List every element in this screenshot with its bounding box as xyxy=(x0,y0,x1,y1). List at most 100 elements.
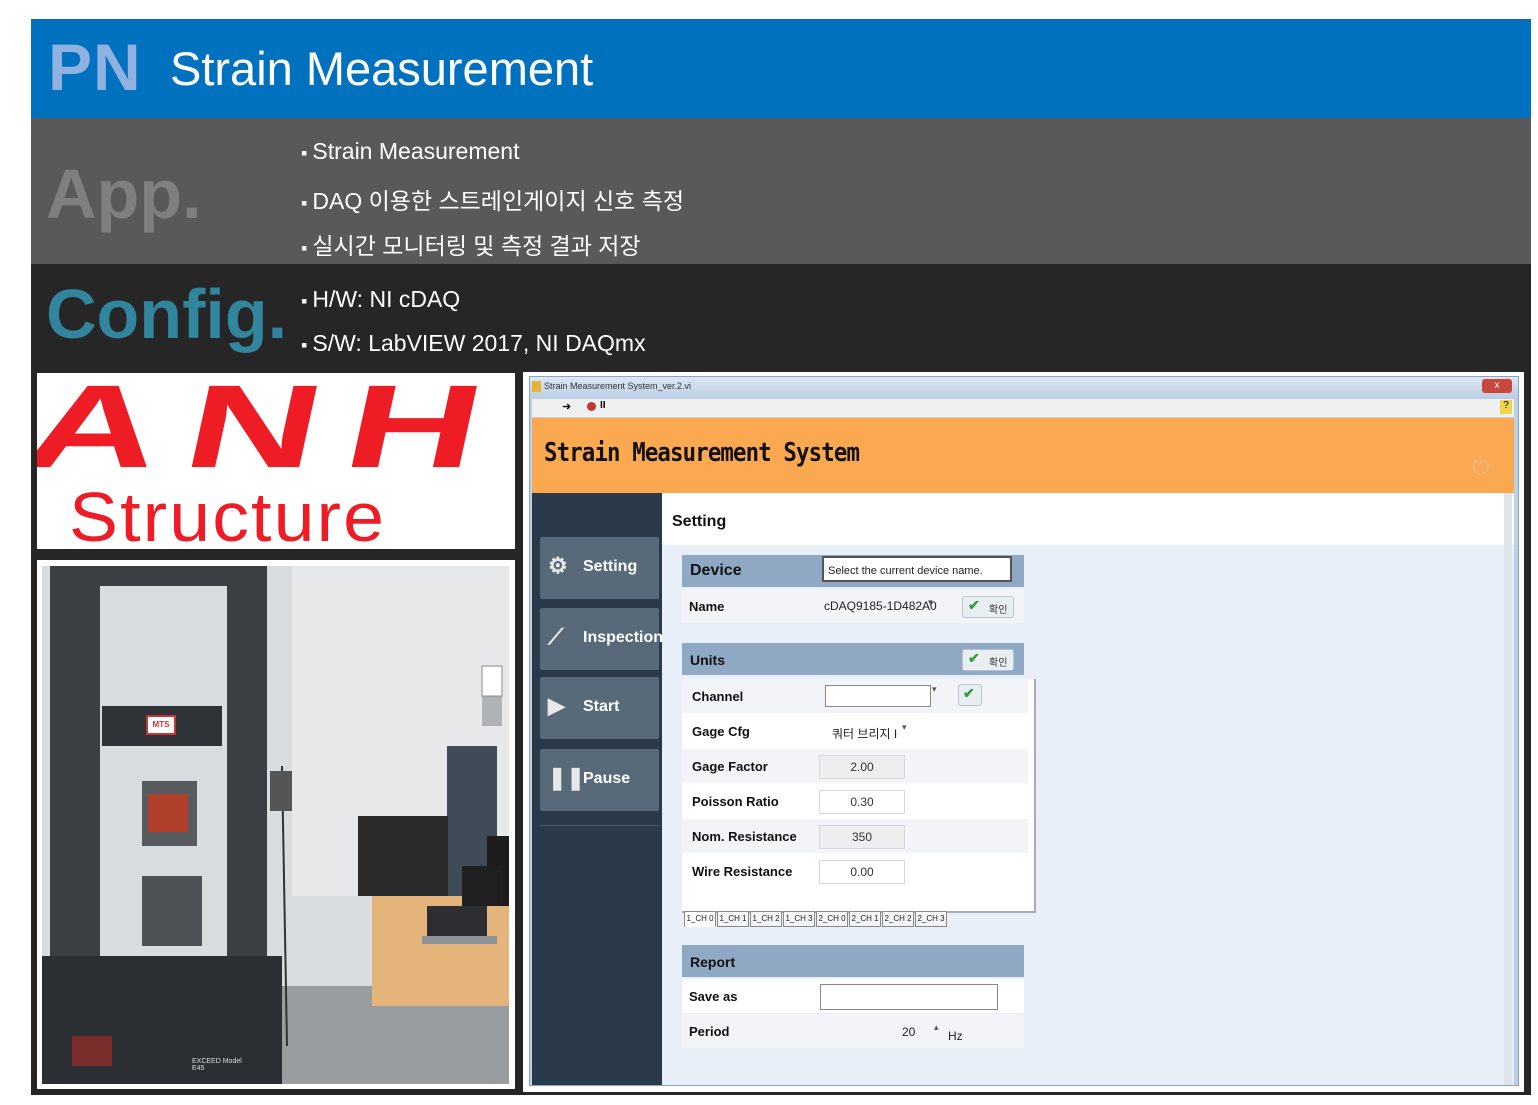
dropdown-arrow-icon[interactable]: ▾ xyxy=(928,597,933,608)
app-bullet: Strain Measurement xyxy=(301,138,519,165)
report-section-header: Report xyxy=(682,945,1024,977)
app-section: App. Strain Measurement DAQ 이용한 스트레인게이지 … xyxy=(31,118,1531,264)
app-bullet: DAQ 이용한 스트레인게이지 신호 측정 xyxy=(301,182,684,216)
nav-label: Inspection xyxy=(583,629,664,646)
dropdown-arrow-icon[interactable]: ▾ xyxy=(902,722,907,733)
pause-icon: ❚❚ xyxy=(548,765,585,790)
tab-1-ch-3[interactable]: 1_CH 3 xyxy=(783,911,815,927)
header-banner: PN Strain Measurement xyxy=(31,19,1531,118)
save-as-input[interactable] xyxy=(820,984,998,1010)
window-close-button[interactable]: x xyxy=(1482,379,1512,393)
tab-1-ch-1[interactable]: 1_CH 1 xyxy=(717,911,749,927)
stepper-icon[interactable]: ▴ xyxy=(934,1022,939,1033)
units-table: Channel ▾ ✔ Gage Cfg 쿼터 브리지 I ▾ Gage Fac… xyxy=(682,679,1036,913)
units-row: Wire Resistance 0.00 xyxy=(682,854,1028,888)
tab-2-ch-1[interactable]: 2_CH 1 xyxy=(849,911,881,927)
poisson-ratio-label: Poisson Ratio xyxy=(692,794,779,809)
nav-label: Pause xyxy=(583,770,631,787)
setting-header: Setting xyxy=(662,493,1514,545)
nav-start-button[interactable]: ▶ Start xyxy=(540,677,659,739)
check-icon: ✔ xyxy=(963,685,975,701)
channel-label: Channel xyxy=(692,689,744,704)
gage-factor-field[interactable]: 2.00 xyxy=(819,755,905,779)
help-icon[interactable]: ? xyxy=(1500,400,1512,414)
units-row: Nom. Resistance 350 xyxy=(682,819,1028,853)
abort-icon[interactable] xyxy=(587,402,596,411)
company-logo: ANH Structure xyxy=(37,373,515,549)
nav-pause-button[interactable]: ❚❚ Pause xyxy=(540,749,659,811)
labview-window-screenshot: Strain Measurement System_ver.2.vi x ➜ I… xyxy=(523,372,1524,1092)
period-label: Period xyxy=(689,1024,730,1039)
chart-icon: ⟋ xyxy=(548,624,564,649)
tab-2-ch-0[interactable]: 2_CH 0 xyxy=(816,911,848,927)
tab-2-ch-2[interactable]: 2_CH 2 xyxy=(882,911,914,927)
logo-word-structure: Structure xyxy=(69,478,387,549)
units-row: Channel ▾ ✔ xyxy=(682,679,1028,713)
poisson-ratio-field[interactable]: 0.30 xyxy=(819,790,905,814)
channel-confirm-button[interactable]: ✔ xyxy=(958,684,982,706)
device-confirm-button[interactable]: ✔ 확인 xyxy=(962,596,1014,618)
confirm-label: 확인 xyxy=(989,605,1008,616)
nav-divider xyxy=(540,825,659,826)
check-icon: ✔ xyxy=(968,650,980,666)
dropdown-arrow-icon[interactable]: ▾ xyxy=(932,684,937,695)
report-title: Report xyxy=(690,954,736,970)
device-name-row: Name cDAQ9185-1D482A0 ▾ ✔ 확인 xyxy=(682,589,1024,623)
device-name-value[interactable]: cDAQ9185-1D482A0 xyxy=(824,599,937,613)
vertical-scrollbar[interactable] xyxy=(1504,493,1512,1085)
tab-1-ch-0[interactable]: 1_CH 0 xyxy=(684,911,716,927)
nav-setting-button[interactable]: ⚙ Setting xyxy=(540,537,659,599)
setting-panel: Setting Device Select the current device… xyxy=(662,493,1514,1085)
run-arrow-icon[interactable]: ➜ xyxy=(562,400,571,413)
vi-toolbar: ➜ II ? xyxy=(532,399,1514,418)
channel-input[interactable] xyxy=(825,685,931,707)
period-row: Period 20 ▴ Hz xyxy=(682,1014,1024,1048)
nav-label: Setting xyxy=(583,558,638,575)
config-section: Config. H/W: NI cDAQ S/W: LabVIEW 2017, … xyxy=(31,264,1531,368)
app-bullet: 실시간 모니터링 및 측정 결과 저장 xyxy=(301,227,640,261)
page-title: Strain Measurement xyxy=(170,42,594,95)
channel-tabs: 1_CH 0 1_CH 1 1_CH 2 1_CH 3 2_CH 0 2_CH … xyxy=(684,911,954,927)
window-frame: Strain Measurement System_ver.2.vi x ➜ I… xyxy=(529,376,1519,1086)
gear-icon: ⚙ xyxy=(548,553,568,578)
play-icon: ▶ xyxy=(548,693,565,718)
save-as-row: Save as xyxy=(682,979,1024,1013)
wire-resistance-field[interactable]: 0.00 xyxy=(819,860,905,884)
confirm-label: 확인 xyxy=(989,658,1008,669)
header-prefix: PN xyxy=(48,30,142,104)
config-bullet: S/W: LabVIEW 2017, NI DAQmx xyxy=(301,330,645,357)
power-icon[interactable]: ⏻ xyxy=(1472,454,1489,480)
save-as-label: Save as xyxy=(689,989,738,1004)
period-unit: Hz xyxy=(948,1029,963,1043)
nom-resistance-field[interactable]: 350 xyxy=(819,825,905,849)
photo-frame: MTS EXCEED Model E45 xyxy=(42,566,509,1084)
tab-2-ch-3[interactable]: 2_CH 3 xyxy=(915,911,947,927)
nav-label: Start xyxy=(583,698,620,715)
units-row: Poisson Ratio 0.30 xyxy=(682,784,1028,818)
side-navigation: ⚙ Setting ⟋ Inspection ▶ Start ❚❚ Pause xyxy=(532,493,663,1085)
units-row: Gage Cfg 쿼터 브리지 I ▾ xyxy=(682,714,1028,748)
app-label: App. xyxy=(46,155,202,233)
config-label: Config. xyxy=(46,275,288,353)
config-bullet: H/W: NI cDAQ xyxy=(301,286,460,313)
app-banner: Strain Measurement System ⏻ xyxy=(532,418,1514,493)
section-title: Setting xyxy=(672,513,727,530)
period-value[interactable]: 20 xyxy=(902,1025,915,1039)
tab-1-ch-2[interactable]: 1_CH 2 xyxy=(750,911,782,927)
wire-resistance-label: Wire Resistance xyxy=(692,864,793,879)
units-confirm-button[interactable]: ✔ 확인 xyxy=(962,649,1014,671)
check-icon: ✔ xyxy=(968,597,980,613)
pause-toolbar-icon[interactable]: II xyxy=(600,400,606,411)
device-hint-tooltip: Select the current device name. xyxy=(822,556,1012,582)
window-titlebar[interactable]: Strain Measurement System_ver.2.vi x xyxy=(530,377,1518,399)
gage-cfg-value[interactable]: 쿼터 브리지 I xyxy=(832,725,897,742)
nav-inspection-button[interactable]: ⟋ Inspection xyxy=(540,608,663,670)
device-title: Device xyxy=(690,562,742,579)
gage-factor-label: Gage Factor xyxy=(692,759,768,774)
lab-photo-illustration xyxy=(42,566,509,1084)
machine-model: EXCEED Model E45 xyxy=(192,1058,242,1072)
units-row: Gage Factor 2.00 xyxy=(682,749,1028,783)
units-section-header: Units ✔ 확인 xyxy=(682,643,1024,675)
name-label: Name xyxy=(689,599,725,614)
window-title: Strain Measurement System_ver.2.vi xyxy=(544,381,692,391)
